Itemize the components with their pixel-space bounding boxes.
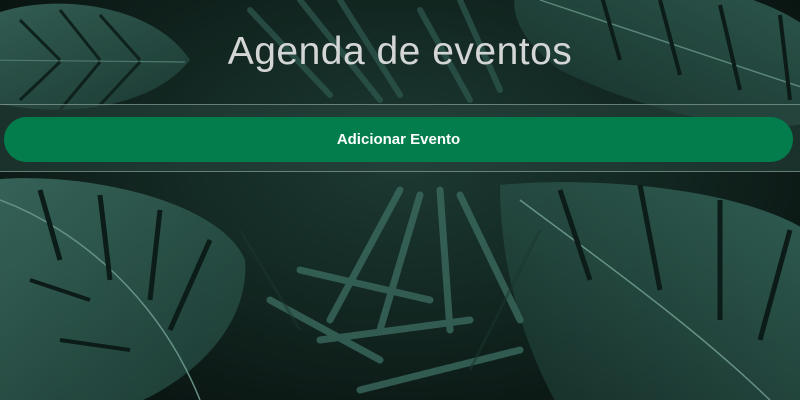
add-event-button[interactable]: Adicionar Evento [4, 117, 793, 162]
page-title: Agenda de eventos [227, 30, 573, 73]
app-page: Agenda de eventos Adicionar Evento [0, 0, 800, 400]
